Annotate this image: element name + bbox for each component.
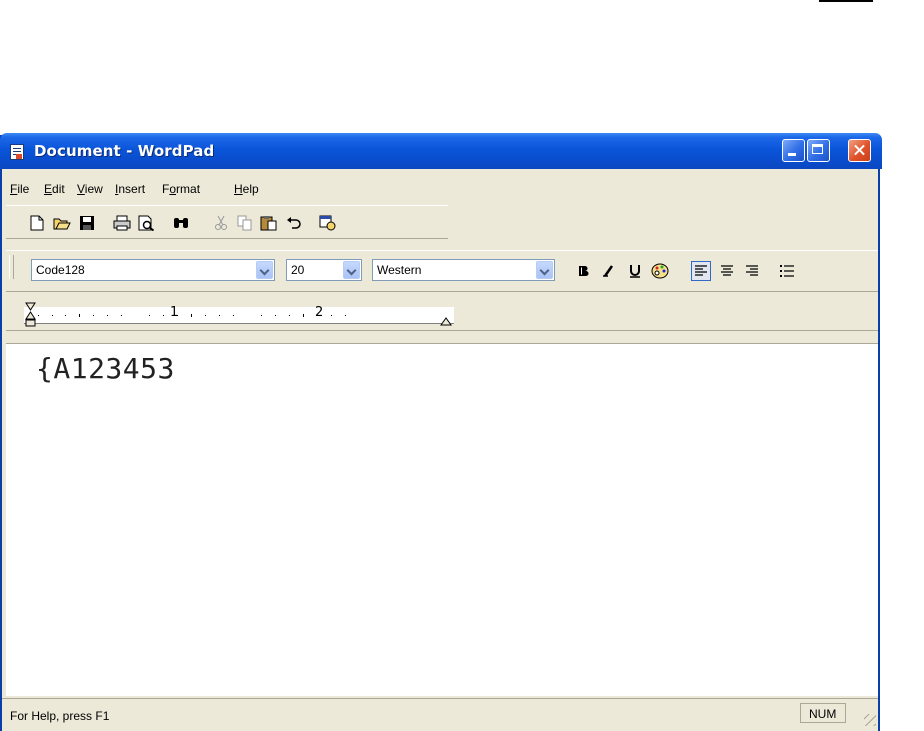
screen-edge-bar xyxy=(819,0,873,2)
resize-grip[interactable] xyxy=(864,714,876,726)
save-floppy-icon[interactable] xyxy=(78,214,96,232)
title-bar[interactable]: Document - WordPad xyxy=(0,133,882,169)
font-name-combo[interactable]: Code128 xyxy=(31,259,275,281)
menu-bar: File Edit View Insert Format Help xyxy=(2,178,878,200)
copy-icon[interactable] xyxy=(236,214,254,232)
menu-view-mnemonic: V xyxy=(77,182,85,196)
num-lock-indicator: NUM xyxy=(800,703,846,723)
font-name-value: Code128 xyxy=(36,263,85,277)
menu-insert[interactable]: Insert xyxy=(115,182,145,196)
find-binoculars-icon[interactable] xyxy=(172,214,190,232)
print-preview-icon[interactable] xyxy=(138,214,156,232)
new-document-icon[interactable] xyxy=(28,214,46,232)
insert-date-time-icon[interactable] xyxy=(319,214,337,232)
font-name-dropdown-arrow[interactable] xyxy=(256,261,273,279)
num-lock-label: NUM xyxy=(809,707,837,721)
underline-icon[interactable] xyxy=(625,261,645,281)
menu-help[interactable]: Help xyxy=(234,182,259,196)
close-button[interactable] xyxy=(848,139,871,162)
menu-view[interactable]: View xyxy=(77,182,103,196)
menu-format[interactable]: Format xyxy=(162,182,200,196)
menu-view-label: iew xyxy=(84,182,103,196)
standard-toolbar xyxy=(6,205,448,239)
font-size-dropdown-arrow[interactable] xyxy=(343,261,360,279)
menu-help-mnemonic: H xyxy=(234,182,243,196)
align-right-icon[interactable] xyxy=(742,261,762,281)
menu-file[interactable]: File xyxy=(10,182,29,196)
undo-icon[interactable] xyxy=(285,214,303,232)
align-left-icon[interactable] xyxy=(691,261,711,281)
menu-insert-label: nsert xyxy=(118,182,146,196)
maximize-button[interactable] xyxy=(807,139,830,162)
toolbar-grip[interactable] xyxy=(9,255,14,279)
paste-clipboard-icon[interactable] xyxy=(260,214,278,232)
bold-icon[interactable] xyxy=(574,261,594,281)
script-value: Western xyxy=(377,263,422,277)
menu-file-label: ile xyxy=(17,182,30,196)
menu-help-label: elp xyxy=(242,182,259,196)
minimize-button[interactable] xyxy=(782,139,805,162)
align-center-icon[interactable] xyxy=(717,261,737,281)
menu-edit[interactable]: Edit xyxy=(44,182,65,196)
format-toolbar: Code128 20 Western xyxy=(6,250,878,292)
script-combo[interactable]: Western xyxy=(372,259,555,281)
document-area[interactable]: {A123453 xyxy=(6,343,878,696)
status-bar: For Help, press F1 NUM xyxy=(2,698,878,730)
menu-edit-mnemonic: E xyxy=(44,182,53,196)
cut-scissors-icon[interactable] xyxy=(212,214,230,232)
ruler-scale xyxy=(24,307,454,324)
indent-marker-icon[interactable] xyxy=(24,302,38,330)
document-text[interactable]: {A123453 xyxy=(36,352,175,385)
window-title: Document - WordPad xyxy=(34,142,215,160)
menu-format-label: rmat xyxy=(176,182,201,196)
bullets-icon[interactable] xyxy=(777,261,797,281)
color-palette-icon[interactable] xyxy=(650,261,670,281)
right-indent-marker-icon[interactable] xyxy=(440,316,452,326)
ruler[interactable]: 1 2 xyxy=(6,300,878,331)
print-icon[interactable] xyxy=(113,214,131,232)
menu-edit-label: dit xyxy=(52,182,65,196)
italic-icon[interactable] xyxy=(599,261,619,281)
font-size-value: 20 xyxy=(291,263,305,277)
wordpad-document-icon[interactable] xyxy=(10,144,24,160)
ruler-mark-2: 2 xyxy=(315,305,324,320)
status-help-text: For Help, press F1 xyxy=(10,709,110,723)
ruler-mark-1: 1 xyxy=(170,305,179,320)
open-folder-icon[interactable] xyxy=(53,214,71,232)
wordpad-window: Document - WordPad File Edit View Insert… xyxy=(0,133,882,731)
font-size-combo[interactable]: 20 xyxy=(286,259,362,281)
script-dropdown-arrow[interactable] xyxy=(536,261,553,279)
